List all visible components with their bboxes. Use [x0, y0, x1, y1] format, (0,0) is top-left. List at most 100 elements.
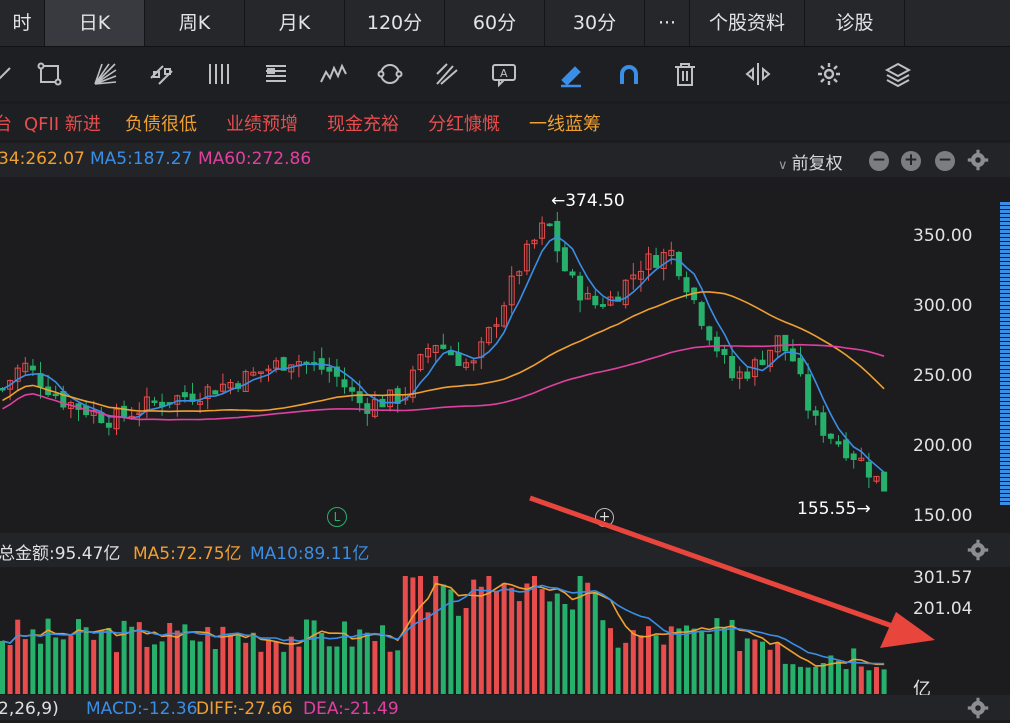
volume-bar	[425, 612, 431, 694]
tag-item[interactable]: 业绩预增	[226, 110, 298, 136]
chart-settings-icon[interactable]	[967, 149, 989, 175]
scale-strip-tick	[1000, 362, 1010, 365]
wave-icon[interactable]	[319, 60, 347, 88]
scale-strip-tick	[1000, 242, 1010, 245]
price-axis-label: 350.00	[913, 226, 973, 246]
tag-item[interactable]: 一线蓝筹	[529, 110, 601, 136]
candle-body	[835, 441, 842, 445]
volume-bar	[684, 625, 689, 694]
volume-bar	[258, 651, 264, 694]
ma34-value: 34:262.07	[0, 149, 85, 169]
macd-settings-icon[interactable]	[967, 697, 989, 723]
scale-strip-tick	[1000, 222, 1010, 225]
macd-params: 2,26,9)	[0, 699, 59, 719]
scale-strip-tick	[1000, 246, 1010, 249]
volume-bar	[53, 637, 59, 694]
macd-value: MACD:-12.36	[86, 699, 198, 719]
tab-monthly-k[interactable]: 月K	[245, 0, 345, 46]
text-box-icon[interactable]	[262, 60, 290, 88]
tab-stock-profile[interactable]: 个股资料	[690, 0, 805, 46]
fork-icon[interactable]	[433, 60, 461, 88]
candle-body	[865, 461, 872, 478]
tag-item[interactable]: QFII 新进	[24, 110, 101, 136]
trash-icon[interactable]	[671, 60, 699, 88]
layers-icon[interactable]	[884, 60, 912, 88]
volume-bar	[539, 589, 545, 694]
scale-strip-tick	[1000, 446, 1010, 449]
scale-strip-tick	[1000, 278, 1010, 281]
volume-panel[interactable]: 301.57 201.04 亿	[0, 568, 1010, 700]
vol-ma10: MA10:89.11亿	[250, 544, 370, 564]
tab-diagnosis[interactable]: 诊股	[805, 0, 905, 46]
volume-bar	[570, 609, 575, 694]
zoom-out-icon[interactable]: −	[869, 151, 889, 171]
volume-bar	[790, 664, 796, 694]
candle-body	[653, 255, 660, 268]
candle-body	[349, 387, 356, 392]
scale-strip-tick	[1000, 462, 1010, 465]
scale-strip-tick	[1000, 310, 1010, 313]
tab-120min[interactable]: 120分	[345, 0, 445, 46]
cycle-icon[interactable]	[376, 60, 404, 88]
collapse-icon[interactable]: −	[935, 151, 955, 171]
candle-body	[744, 371, 751, 379]
volume-bar	[395, 650, 401, 694]
scale-strip-tick	[1000, 206, 1010, 209]
volume-bar	[881, 669, 887, 694]
volume-bar	[197, 641, 203, 694]
volume-bar	[235, 634, 241, 694]
price-chart-panel[interactable]: 350.00 300.00 250.00 200.00 150.00 ←374.…	[0, 178, 1010, 532]
candle-body	[341, 379, 348, 388]
volume-bar	[615, 647, 621, 694]
tab-60min[interactable]: 60分	[445, 0, 545, 46]
scale-strip-tick	[1000, 374, 1010, 377]
candle-body	[675, 252, 682, 277]
volume-bar	[554, 593, 560, 694]
tab-intraday[interactable]: 时	[0, 0, 45, 46]
tab-30min[interactable]: 30分	[545, 0, 645, 46]
l-marker[interactable]: L	[327, 507, 347, 527]
volume-bar	[182, 624, 188, 694]
volume-bar	[456, 615, 461, 694]
scale-strip-tick	[1000, 370, 1010, 373]
tab-weekly-k[interactable]: 周K	[145, 0, 245, 46]
rectangle-icon[interactable]	[36, 60, 64, 88]
tag-item[interactable]: 分红慷慨	[428, 110, 500, 136]
tag-item[interactable]: 台	[0, 110, 12, 136]
volume-bar	[630, 630, 636, 694]
volume-bar	[836, 660, 841, 694]
scale-strip-tick	[1000, 422, 1010, 425]
volume-bar	[311, 620, 317, 694]
annotation-icon[interactable]: A	[490, 60, 518, 88]
fan-icon[interactable]	[91, 60, 119, 88]
vertical-lines-icon[interactable]	[205, 60, 233, 88]
volume-bar	[722, 627, 727, 694]
tag-item[interactable]: 负债很低	[125, 110, 197, 136]
volume-bar	[760, 641, 765, 694]
volume-bar	[144, 646, 150, 694]
candle-body	[698, 302, 705, 326]
scale-strip-tick	[1000, 282, 1010, 285]
tab-daily-k[interactable]: 日K	[45, 0, 145, 46]
add-icon[interactable]: +	[595, 508, 614, 527]
volume-settings-icon[interactable]	[967, 539, 989, 565]
volume-bar	[729, 619, 735, 694]
scale-strip-tick	[1000, 410, 1010, 413]
volume-bar	[266, 639, 271, 694]
magnet-icon[interactable]	[615, 60, 643, 88]
candle-body	[151, 400, 158, 403]
line-icon[interactable]	[0, 60, 18, 88]
highlighter-icon[interactable]	[557, 60, 585, 88]
flip-icon[interactable]	[744, 60, 772, 88]
tag-item[interactable]: 现金充裕	[327, 110, 399, 136]
zoom-in-icon[interactable]: +	[901, 151, 921, 171]
volume-axis-label: 301.57	[913, 568, 973, 588]
candle-body	[577, 275, 584, 301]
volume-bar	[38, 643, 43, 694]
volume-bar	[752, 639, 758, 694]
adjust-dropdown[interactable]: ∨ 前复权	[778, 149, 843, 174]
settings-icon[interactable]	[815, 60, 843, 88]
tab-spacer	[905, 0, 1010, 46]
tab-more[interactable]: ···	[645, 0, 690, 46]
channel-icon[interactable]	[148, 60, 176, 88]
